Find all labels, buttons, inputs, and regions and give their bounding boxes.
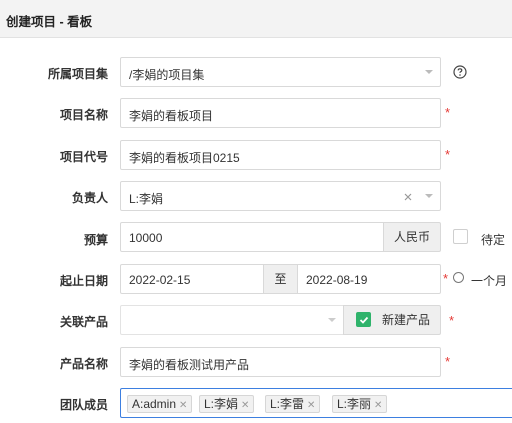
product-name-input[interactable]: 李娟的看板测试用产品: [120, 347, 441, 377]
caret-down-icon: [328, 318, 336, 322]
new-product-label: 新建产品: [382, 313, 431, 327]
new-product-checkbox[interactable]: [356, 312, 371, 327]
checkmark-icon: [359, 316, 369, 324]
member-tag-label: L:李娟: [204, 397, 239, 411]
dates-label: 起止日期: [59, 274, 108, 288]
remove-icon[interactable]: ✕: [179, 400, 187, 411]
begin-date-value: 2022-02-15: [129, 273, 191, 287]
one-month-label: 一个月: [471, 274, 508, 288]
team-members-input[interactable]: A:admin ✕ L:李娟 ✕ L:李雷 ✕ L:李丽 ✕: [120, 388, 512, 418]
page-title: 创建项目 - 看板: [6, 15, 93, 29]
caret-down-icon: [425, 70, 433, 74]
member-tag-label: L:李雷: [270, 397, 305, 411]
program-select-value: /李娟的项目集: [129, 68, 205, 82]
date-separator: 至: [263, 264, 298, 294]
project-code-input[interactable]: 李娟的看板项目0215: [120, 140, 441, 170]
member-tag-label: L:李丽: [337, 397, 372, 411]
budget-input[interactable]: 10000: [120, 222, 384, 252]
required-mark: *: [449, 313, 455, 328]
budget-pending-label: 待定: [481, 233, 506, 247]
budget-pending-checkbox[interactable]: [453, 229, 468, 244]
begin-date-input[interactable]: 2022-02-15: [120, 264, 264, 294]
project-name-input[interactable]: 李娟的看板项目: [120, 98, 441, 128]
product-name-value: 李娟的看板测试用产品: [129, 358, 250, 372]
member-tag[interactable]: L:李丽 ✕: [332, 395, 388, 413]
help-circle-icon[interactable]: [453, 65, 467, 79]
end-date-input[interactable]: 2022-08-19: [297, 264, 441, 294]
end-date-value: 2022-08-19: [306, 273, 368, 287]
new-product-toggle[interactable]: 新建产品: [343, 305, 441, 335]
member-tag[interactable]: L:李娟 ✕: [199, 395, 255, 413]
one-month-radio[interactable]: [453, 272, 464, 283]
page-header: 创建项目 - 看板: [0, 0, 512, 38]
remove-icon[interactable]: ✕: [374, 400, 382, 411]
owner-label: 负责人: [71, 191, 108, 205]
project-name-label: 项目名称: [59, 108, 108, 122]
team-label: 团队成员: [59, 398, 108, 412]
project-name-value: 李娟的看板项目: [129, 109, 214, 123]
required-mark: *: [445, 105, 451, 120]
member-tag-label: A:admin: [132, 397, 177, 411]
required-mark: *: [445, 147, 451, 162]
remove-icon[interactable]: ✕: [241, 400, 249, 411]
budget-value: 10000: [129, 231, 163, 245]
owner-select-value: L:李娟: [129, 192, 164, 206]
product-label: 关联产品: [59, 315, 108, 329]
owner-select[interactable]: L:李娟: [120, 181, 441, 211]
clear-icon[interactable]: [404, 193, 412, 201]
program-select[interactable]: /李娟的项目集: [120, 57, 441, 87]
budget-label: 预算: [83, 233, 108, 247]
project-code-value: 李娟的看板项目0215: [129, 151, 240, 165]
required-mark: *: [443, 271, 449, 286]
budget-unit: 人民币: [383, 222, 441, 252]
program-label: 所属项目集: [47, 67, 108, 81]
caret-down-icon: [425, 194, 433, 198]
remove-icon[interactable]: ✕: [307, 400, 315, 411]
required-mark: *: [445, 354, 451, 369]
product-name-label: 产品名称: [59, 357, 108, 371]
member-tag[interactable]: L:李雷 ✕: [265, 395, 321, 413]
member-tag[interactable]: A:admin ✕: [127, 395, 193, 413]
product-select[interactable]: [120, 305, 344, 335]
project-code-label: 项目代号: [59, 150, 108, 164]
